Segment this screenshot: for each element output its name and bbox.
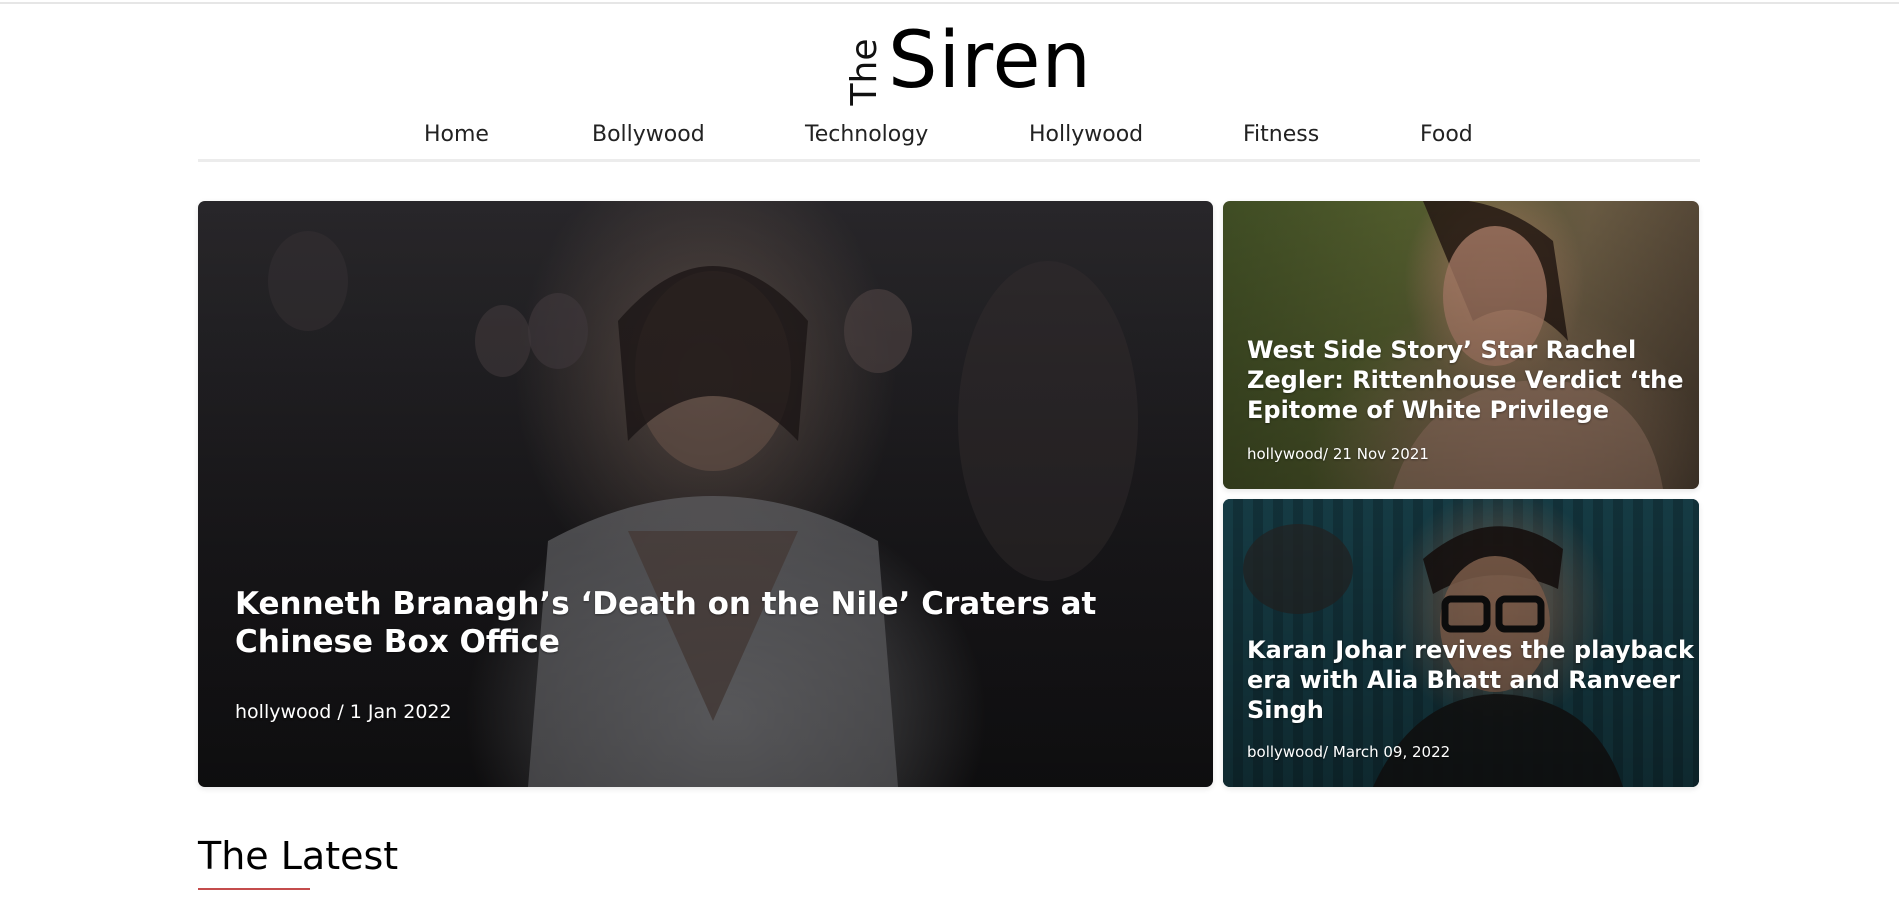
featured-main-title[interactable]: Kenneth Branagh’s ‘Death on the Nile’ Cr… <box>235 585 1195 661</box>
nav-item-fitness[interactable]: Fitness <box>1243 122 1319 147</box>
nav-item-hollywood[interactable]: Hollywood <box>1029 122 1143 147</box>
site-logo[interactable]: The Siren <box>834 16 1091 106</box>
section-title-latest: The Latest <box>198 834 399 878</box>
top-border <box>0 2 1899 4</box>
featured-main-overlay <box>198 201 1213 787</box>
featured-side-meta-2: bollywood/ March 09, 2022 <box>1247 743 1451 761</box>
nav-item-home[interactable]: Home <box>424 122 489 147</box>
section-title-underline <box>198 888 310 890</box>
main-nav: Home Bollywood Technology Hollywood Fitn… <box>198 118 1700 160</box>
featured-side-card-2[interactable]: Karan Johar revives the playback era wit… <box>1223 499 1699 787</box>
featured-main-card[interactable]: Kenneth Branagh’s ‘Death on the Nile’ Cr… <box>198 201 1213 787</box>
featured-side-meta-1: hollywood/ 21 Nov 2021 <box>1247 445 1429 463</box>
nav-divider <box>198 159 1700 162</box>
featured-main-meta: hollywood / 1 Jan 2022 <box>235 701 452 723</box>
logo-prefix: The <box>844 38 885 106</box>
featured-side-title-1[interactable]: West Side Story’ Star Rachel Zegler: Rit… <box>1247 335 1697 425</box>
featured-side-card-1[interactable]: West Side Story’ Star Rachel Zegler: Rit… <box>1223 201 1699 489</box>
logo-name: Siren <box>888 16 1092 106</box>
nav-item-technology[interactable]: Technology <box>805 122 928 147</box>
nav-item-bollywood[interactable]: Bollywood <box>592 122 705 147</box>
featured-side-title-2[interactable]: Karan Johar revives the playback era wit… <box>1247 635 1697 725</box>
nav-item-food[interactable]: Food <box>1420 122 1473 147</box>
